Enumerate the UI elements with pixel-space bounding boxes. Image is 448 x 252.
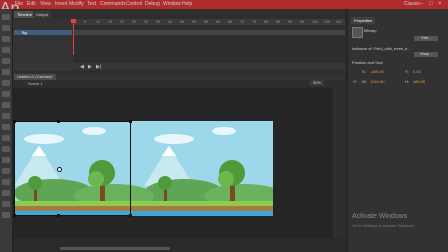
- lock-icon[interactable]: ∞: [353, 79, 357, 85]
- frame-number: 75: [252, 20, 256, 24]
- tab-timeline[interactable]: Timeline: [14, 11, 35, 18]
- tab-properties[interactable]: Properties: [351, 17, 376, 24]
- eyedropper-icon[interactable]: [2, 157, 10, 163]
- frame-number: 85: [276, 20, 280, 24]
- menu-view[interactable]: View: [40, 1, 51, 8]
- frame-number: 25: [132, 20, 136, 24]
- frame-number: 90: [288, 20, 292, 24]
- fill-color-icon[interactable]: [2, 212, 10, 218]
- frame-number: 45: [180, 20, 184, 24]
- document-tab-bar: [13, 73, 345, 80]
- hand-icon[interactable]: [2, 179, 10, 185]
- menu-file[interactable]: File: [15, 1, 23, 8]
- rectangle-icon[interactable]: [2, 91, 10, 97]
- w-value[interactable]: 1024.00: [370, 79, 384, 84]
- frame-number: 95: [300, 20, 304, 24]
- lasso-icon[interactable]: [2, 47, 10, 53]
- frame-number: 5: [84, 20, 86, 24]
- workspace-switcher[interactable]: Classic: [404, 1, 420, 7]
- edit-button[interactable]: Edit...: [414, 36, 438, 41]
- zoom-select[interactable]: 50%: [310, 80, 324, 86]
- text-icon[interactable]: [2, 69, 10, 75]
- tab-output[interactable]: Output: [33, 11, 52, 18]
- stroke-color-icon[interactable]: [2, 201, 10, 207]
- x-label: X:: [362, 69, 366, 74]
- paint-bucket-icon[interactable]: [2, 146, 10, 152]
- zoom-icon[interactable]: [2, 190, 10, 196]
- h-value[interactable]: 480.00: [413, 79, 425, 84]
- pencil-icon[interactable]: [2, 113, 10, 119]
- transform-handle[interactable]: [57, 120, 60, 123]
- w-label: W:: [362, 79, 367, 84]
- line-icon[interactable]: [2, 80, 10, 86]
- bitmap-icon: [352, 27, 363, 38]
- layer-name: Bg: [22, 30, 27, 35]
- transform-handle[interactable]: [13, 120, 16, 123]
- subselection-tool-icon[interactable]: [2, 25, 10, 31]
- menu-help[interactable]: Help: [182, 1, 192, 8]
- frame-number: 65: [228, 20, 232, 24]
- y-label: Y:: [405, 69, 409, 74]
- frame-number: 15: [108, 20, 112, 24]
- menu-window[interactable]: Window: [163, 1, 181, 8]
- close-icon[interactable]: ×: [438, 1, 442, 8]
- swap-button[interactable]: Swap...: [414, 52, 438, 57]
- frame-number: 100: [312, 20, 318, 24]
- frame-number: 10: [96, 20, 100, 24]
- menu-commands[interactable]: Commands: [100, 1, 126, 8]
- menu-modify[interactable]: Modify: [69, 1, 84, 8]
- menu-debug[interactable]: Debug: [145, 1, 160, 8]
- scene-label[interactable]: Scene 1: [28, 81, 43, 86]
- instance-type: Bitmap: [364, 28, 377, 33]
- oval-icon[interactable]: [2, 102, 10, 108]
- menu-edit[interactable]: Edit: [27, 1, 36, 8]
- transform-handle[interactable]: [129, 120, 132, 123]
- frame-ruler[interactable]: [73, 19, 345, 25]
- frame-number: 70: [240, 20, 244, 24]
- frame-row[interactable]: [73, 30, 345, 35]
- frame-number: 30: [144, 20, 148, 24]
- scroll-thumb[interactable]: [60, 247, 170, 250]
- activation-watermark-subtitle: Go to Settings to activate Windows.: [352, 223, 416, 228]
- play-icon[interactable]: ▶: [88, 64, 92, 70]
- minimize-icon[interactable]: –: [420, 1, 423, 8]
- scene-bar: [13, 80, 345, 87]
- frame-number: 35: [156, 20, 160, 24]
- h-label: H:: [405, 79, 409, 84]
- instance-of: Instance of: Field_with_trees_b...: [352, 46, 411, 51]
- step-back-icon[interactable]: ◀: [80, 64, 84, 70]
- bone-icon[interactable]: [2, 135, 10, 141]
- y-value[interactable]: 0.00: [413, 69, 421, 74]
- frame-number: 40: [168, 20, 172, 24]
- frame-number: 50: [192, 20, 196, 24]
- step-forward-icon[interactable]: ▶|: [96, 64, 101, 70]
- menu-insert[interactable]: Insert: [55, 1, 68, 8]
- selection-box[interactable]: [14, 121, 131, 216]
- transform-handle[interactable]: [129, 214, 132, 217]
- maximize-icon[interactable]: □: [429, 1, 433, 8]
- eraser-icon[interactable]: [2, 168, 10, 174]
- playhead[interactable]: [73, 19, 74, 55]
- transform-handle[interactable]: [13, 214, 16, 217]
- selection-tool-icon[interactable]: [2, 14, 10, 20]
- stage-vertical-scroll[interactable]: [333, 88, 345, 238]
- frame-number: 105: [324, 20, 330, 24]
- frame-number: 55: [204, 20, 208, 24]
- timeline-controls: [13, 63, 345, 70]
- playhead-handle[interactable]: [71, 19, 76, 23]
- frame-number: 110: [336, 20, 342, 24]
- free-transform-icon[interactable]: [2, 36, 10, 42]
- registration-point[interactable]: [57, 167, 62, 172]
- pen-icon[interactable]: [2, 58, 10, 64]
- frame-number: 20: [120, 20, 124, 24]
- x-value[interactable]: -489.45: [370, 69, 384, 74]
- frame-number: 80: [264, 20, 268, 24]
- frame-number: 60: [216, 20, 220, 24]
- menu-text[interactable]: Text: [87, 1, 96, 8]
- brush-icon[interactable]: [2, 124, 10, 130]
- menu-control[interactable]: Control: [126, 1, 142, 8]
- activation-watermark-title: Activate Windows: [352, 213, 408, 220]
- position-size-header[interactable]: Position and Size: [352, 60, 383, 65]
- transform-handle[interactable]: [57, 214, 60, 217]
